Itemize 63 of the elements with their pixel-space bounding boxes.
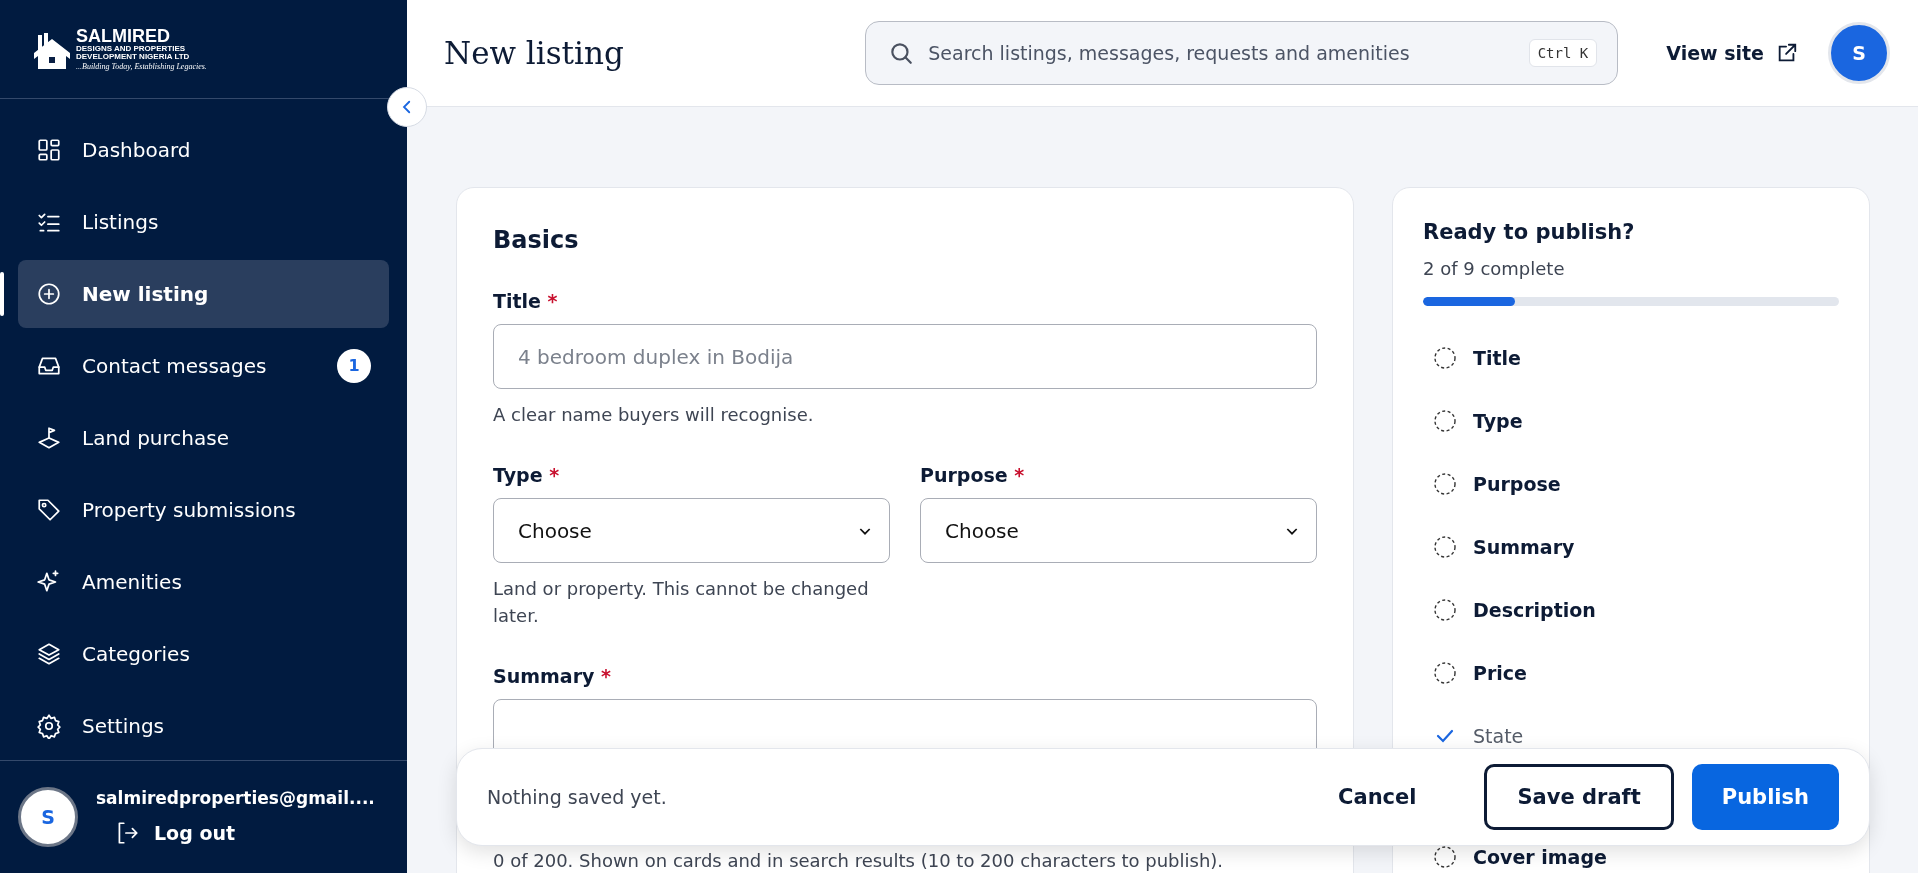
user-email: salmiredproperties@gmail.... xyxy=(96,787,375,808)
sidebar-item-label: Listings xyxy=(82,209,160,234)
checklist-item: Description xyxy=(1473,598,1596,621)
sidebar-item-label: Categories xyxy=(82,641,191,666)
checklist-item: Type xyxy=(1473,409,1523,432)
checklist-item: Title xyxy=(1473,346,1521,369)
save-status: Nothing saved yet. xyxy=(487,786,667,808)
search-icon xyxy=(888,40,915,66)
brand-tagline: ...Building Today, Establishing Legacies. xyxy=(76,62,207,71)
keyboard-shortcut: Ctrl K xyxy=(1528,39,1598,67)
save-draft-button[interactable]: Save draft xyxy=(1484,764,1674,830)
title-field[interactable]: 4 bedroom duplex in Bodija xyxy=(493,324,1317,389)
section-heading: Basics xyxy=(493,226,580,254)
sidebar-item-label: Land purchase xyxy=(82,425,230,450)
plus-circle-icon xyxy=(36,280,62,307)
checklist-item: Purpose xyxy=(1473,472,1561,495)
checklist-item: Summary xyxy=(1473,535,1575,558)
search-field[interactable]: Search listings, messages, requests and amenities Ctrl K xyxy=(865,21,1619,85)
publish-button[interactable]: Publish xyxy=(1691,764,1839,830)
field-label: Type * xyxy=(493,464,561,486)
logout-button[interactable]: Log out xyxy=(96,819,375,846)
purpose-dropdown[interactable]: Choose xyxy=(920,498,1317,563)
field-hint: 0 of 200. Shown on cards and in search results (10 to 200 characters to publish). xyxy=(493,849,1225,873)
field-label: Summary * xyxy=(493,665,612,687)
sidebar-item[interactable]: Contact messages 1 xyxy=(18,331,389,400)
view-site-link[interactable]: View site xyxy=(1666,42,1798,64)
sidebar-item[interactable]: Property submissions xyxy=(18,475,389,544)
field-label: Title * xyxy=(493,290,559,312)
search-input[interactable]: Search listings, messages, requests and amenities xyxy=(926,41,1517,65)
sidebar-item-label: Settings xyxy=(82,713,166,738)
type-dropdown[interactable]: Choose xyxy=(493,498,890,563)
cancel-button[interactable]: Cancel xyxy=(1338,764,1447,830)
checklist-item: Price xyxy=(1473,661,1527,684)
field-hint: A clear name buyers will recognise. xyxy=(493,403,815,427)
checklist-item: Cover image xyxy=(1473,845,1607,868)
sidebar-item-label: Contact messages xyxy=(82,353,268,378)
sidebar-item-label: Property submissions xyxy=(82,497,297,522)
field-hint: Land or property. This cannot be changed later. xyxy=(493,577,870,628)
sidebar-item[interactable]: Amenities xyxy=(18,547,389,616)
checklist-item: State xyxy=(1473,724,1524,747)
field-label: Purpose * xyxy=(920,464,1026,486)
sidebar-item[interactable]: Categories xyxy=(18,619,389,688)
user-avatar[interactable]: S xyxy=(1828,22,1890,84)
page-title: New listing xyxy=(444,35,625,71)
grid-icon xyxy=(36,136,62,163)
checklist-title: Ready to publish? xyxy=(1423,220,1636,244)
brand-subtitle: DEVELOPMENT NIGERIA LTD xyxy=(76,52,191,61)
user-avatar[interactable]: S xyxy=(18,786,78,847)
flag-icon xyxy=(36,424,62,451)
external-link-icon xyxy=(1776,42,1798,64)
sidebar-item-label: Amenities xyxy=(82,569,183,594)
sidebar-item[interactable]: Land purchase xyxy=(18,403,389,472)
brand-name: SALMIRED xyxy=(76,26,171,45)
sidebar-item[interactable]: Dashboard xyxy=(18,115,389,184)
sidebar-item-label: New listing xyxy=(82,281,210,306)
sidebar-item-label: Dashboard xyxy=(82,137,192,162)
sidebar-item[interactable]: Listings xyxy=(18,187,389,256)
progress-text: 2 of 9 complete xyxy=(1423,258,1566,279)
settings-icon xyxy=(36,712,62,739)
sidebar-item[interactable]: Settings xyxy=(18,691,389,760)
count-badge: 1 xyxy=(337,348,371,383)
tag-icon xyxy=(36,496,62,523)
brand-subtitle: DESIGNS AND PROPERTIES xyxy=(76,44,187,53)
